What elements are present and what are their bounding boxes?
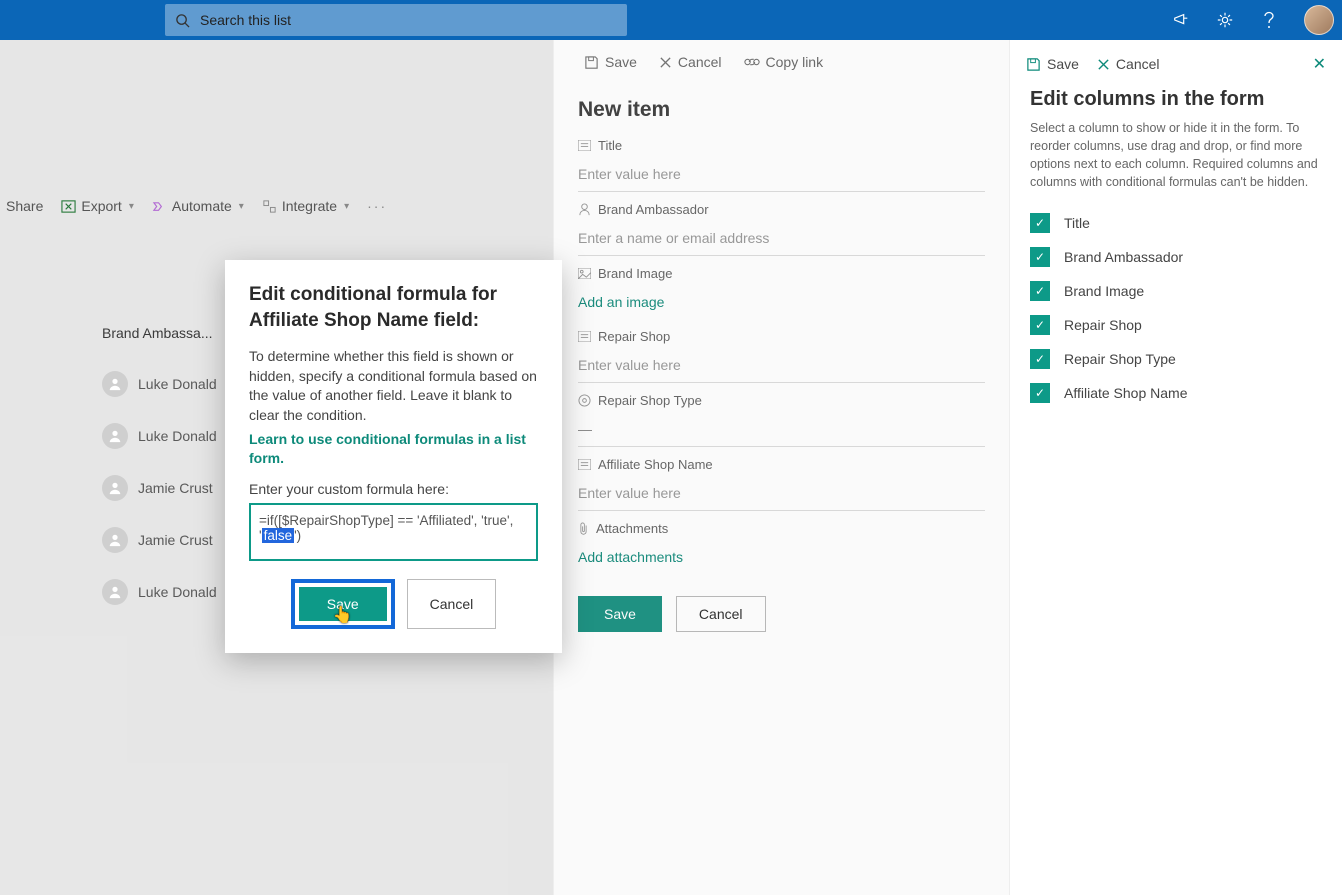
learn-link[interactable]: Learn to use conditional formulas in a l… [249, 430, 538, 469]
list-item-label: Luke Donald [138, 428, 217, 444]
panel-dim-overlay [554, 40, 1009, 895]
edit-columns-cancel-button[interactable]: Cancel [1097, 56, 1160, 72]
chevron-down-icon: ▾ [344, 201, 349, 212]
checkbox-icon[interactable]: ✓ [1030, 281, 1050, 301]
list-item[interactable]: Jamie Crust [102, 514, 217, 566]
list-item[interactable]: Jamie Crust [102, 462, 217, 514]
formula-input[interactable]: =if([$RepairShopType] == 'Affiliated', '… [249, 503, 538, 561]
edit-columns-panel: Save Cancel ✕ Edit columns in the form S… [1009, 40, 1342, 895]
suite-right-controls [1172, 0, 1334, 40]
column-item-brand-ambassador[interactable]: ✓Brand Ambassador [1030, 240, 1322, 274]
column-item-brand-image[interactable]: ✓Brand Image [1030, 274, 1322, 308]
column-item-repair-shop-type[interactable]: ✓Repair Shop Type [1030, 342, 1322, 376]
list-rows: Luke Donald Luke Donald Jamie Crust Jami… [102, 358, 217, 618]
column-header-brand-ambassador[interactable]: Brand Ambassa... [102, 325, 213, 341]
more-button[interactable]: ··· [367, 198, 387, 214]
new-item-panel: Save Cancel Copy link New item Title Ent… [553, 40, 1009, 895]
avatar[interactable] [1304, 5, 1334, 35]
list-item[interactable]: Luke Donald [102, 566, 217, 618]
cursor-icon: 👆 [333, 605, 353, 625]
megaphone-icon[interactable] [1172, 11, 1190, 29]
person-icon [102, 475, 128, 501]
list-item-label: Luke Donald [138, 584, 217, 600]
conditional-formula-modal: Edit conditional formula for Affiliate S… [225, 260, 562, 653]
search-icon [175, 13, 190, 28]
column-item-repair-shop[interactable]: ✓Repair Shop [1030, 308, 1322, 342]
save-button-highlight: Save 👆 [291, 579, 395, 629]
command-bar: Share Export▾ Automate▾ Integrate▾ ··· [6, 198, 387, 214]
list-item-label: Jamie Crust [138, 532, 213, 548]
modal-body-text: To determine whether this field is shown… [249, 347, 538, 425]
search-placeholder: Search this list [200, 12, 291, 28]
checkbox-icon[interactable]: ✓ [1030, 213, 1050, 233]
checkbox-icon[interactable]: ✓ [1030, 315, 1050, 335]
modal-save-button[interactable]: Save 👆 [299, 587, 387, 621]
chevron-down-icon: ▾ [239, 201, 244, 212]
column-item-affiliate-shop-name[interactable]: ✓Affiliate Shop Name [1030, 376, 1322, 410]
checkbox-icon[interactable]: ✓ [1030, 247, 1050, 267]
suite-header: Search this list [0, 0, 1342, 40]
edit-columns-title: Edit columns in the form [1010, 78, 1342, 119]
integrate-button[interactable]: Integrate▾ [262, 198, 349, 214]
person-icon [102, 423, 128, 449]
list-item[interactable]: Luke Donald [102, 410, 217, 462]
column-item-title[interactable]: ✓Title [1030, 206, 1322, 240]
chevron-down-icon: ▾ [129, 201, 134, 212]
automate-button[interactable]: Automate▾ [152, 198, 244, 214]
person-icon [102, 579, 128, 605]
person-icon [102, 371, 128, 397]
edit-columns-description: Select a column to show or hide it in th… [1010, 119, 1342, 192]
close-icon[interactable]: ✕ [1313, 54, 1326, 74]
checkbox-icon[interactable]: ✓ [1030, 349, 1050, 369]
search-box[interactable]: Search this list [165, 4, 627, 36]
gear-icon[interactable] [1216, 11, 1234, 29]
formula-label: Enter your custom formula here: [249, 481, 538, 497]
edit-columns-save-button[interactable]: Save [1026, 56, 1079, 72]
checkbox-icon[interactable]: ✓ [1030, 383, 1050, 403]
export-button[interactable]: Export▾ [61, 198, 134, 214]
person-icon [102, 527, 128, 553]
help-icon[interactable] [1260, 11, 1278, 29]
list-item-label: Luke Donald [138, 376, 217, 392]
modal-title: Edit conditional formula for Affiliate S… [249, 282, 538, 333]
list-item[interactable]: Luke Donald [102, 358, 217, 410]
list-item-label: Jamie Crust [138, 480, 213, 496]
share-button[interactable]: Share [6, 198, 43, 214]
modal-cancel-button[interactable]: Cancel [407, 579, 497, 629]
